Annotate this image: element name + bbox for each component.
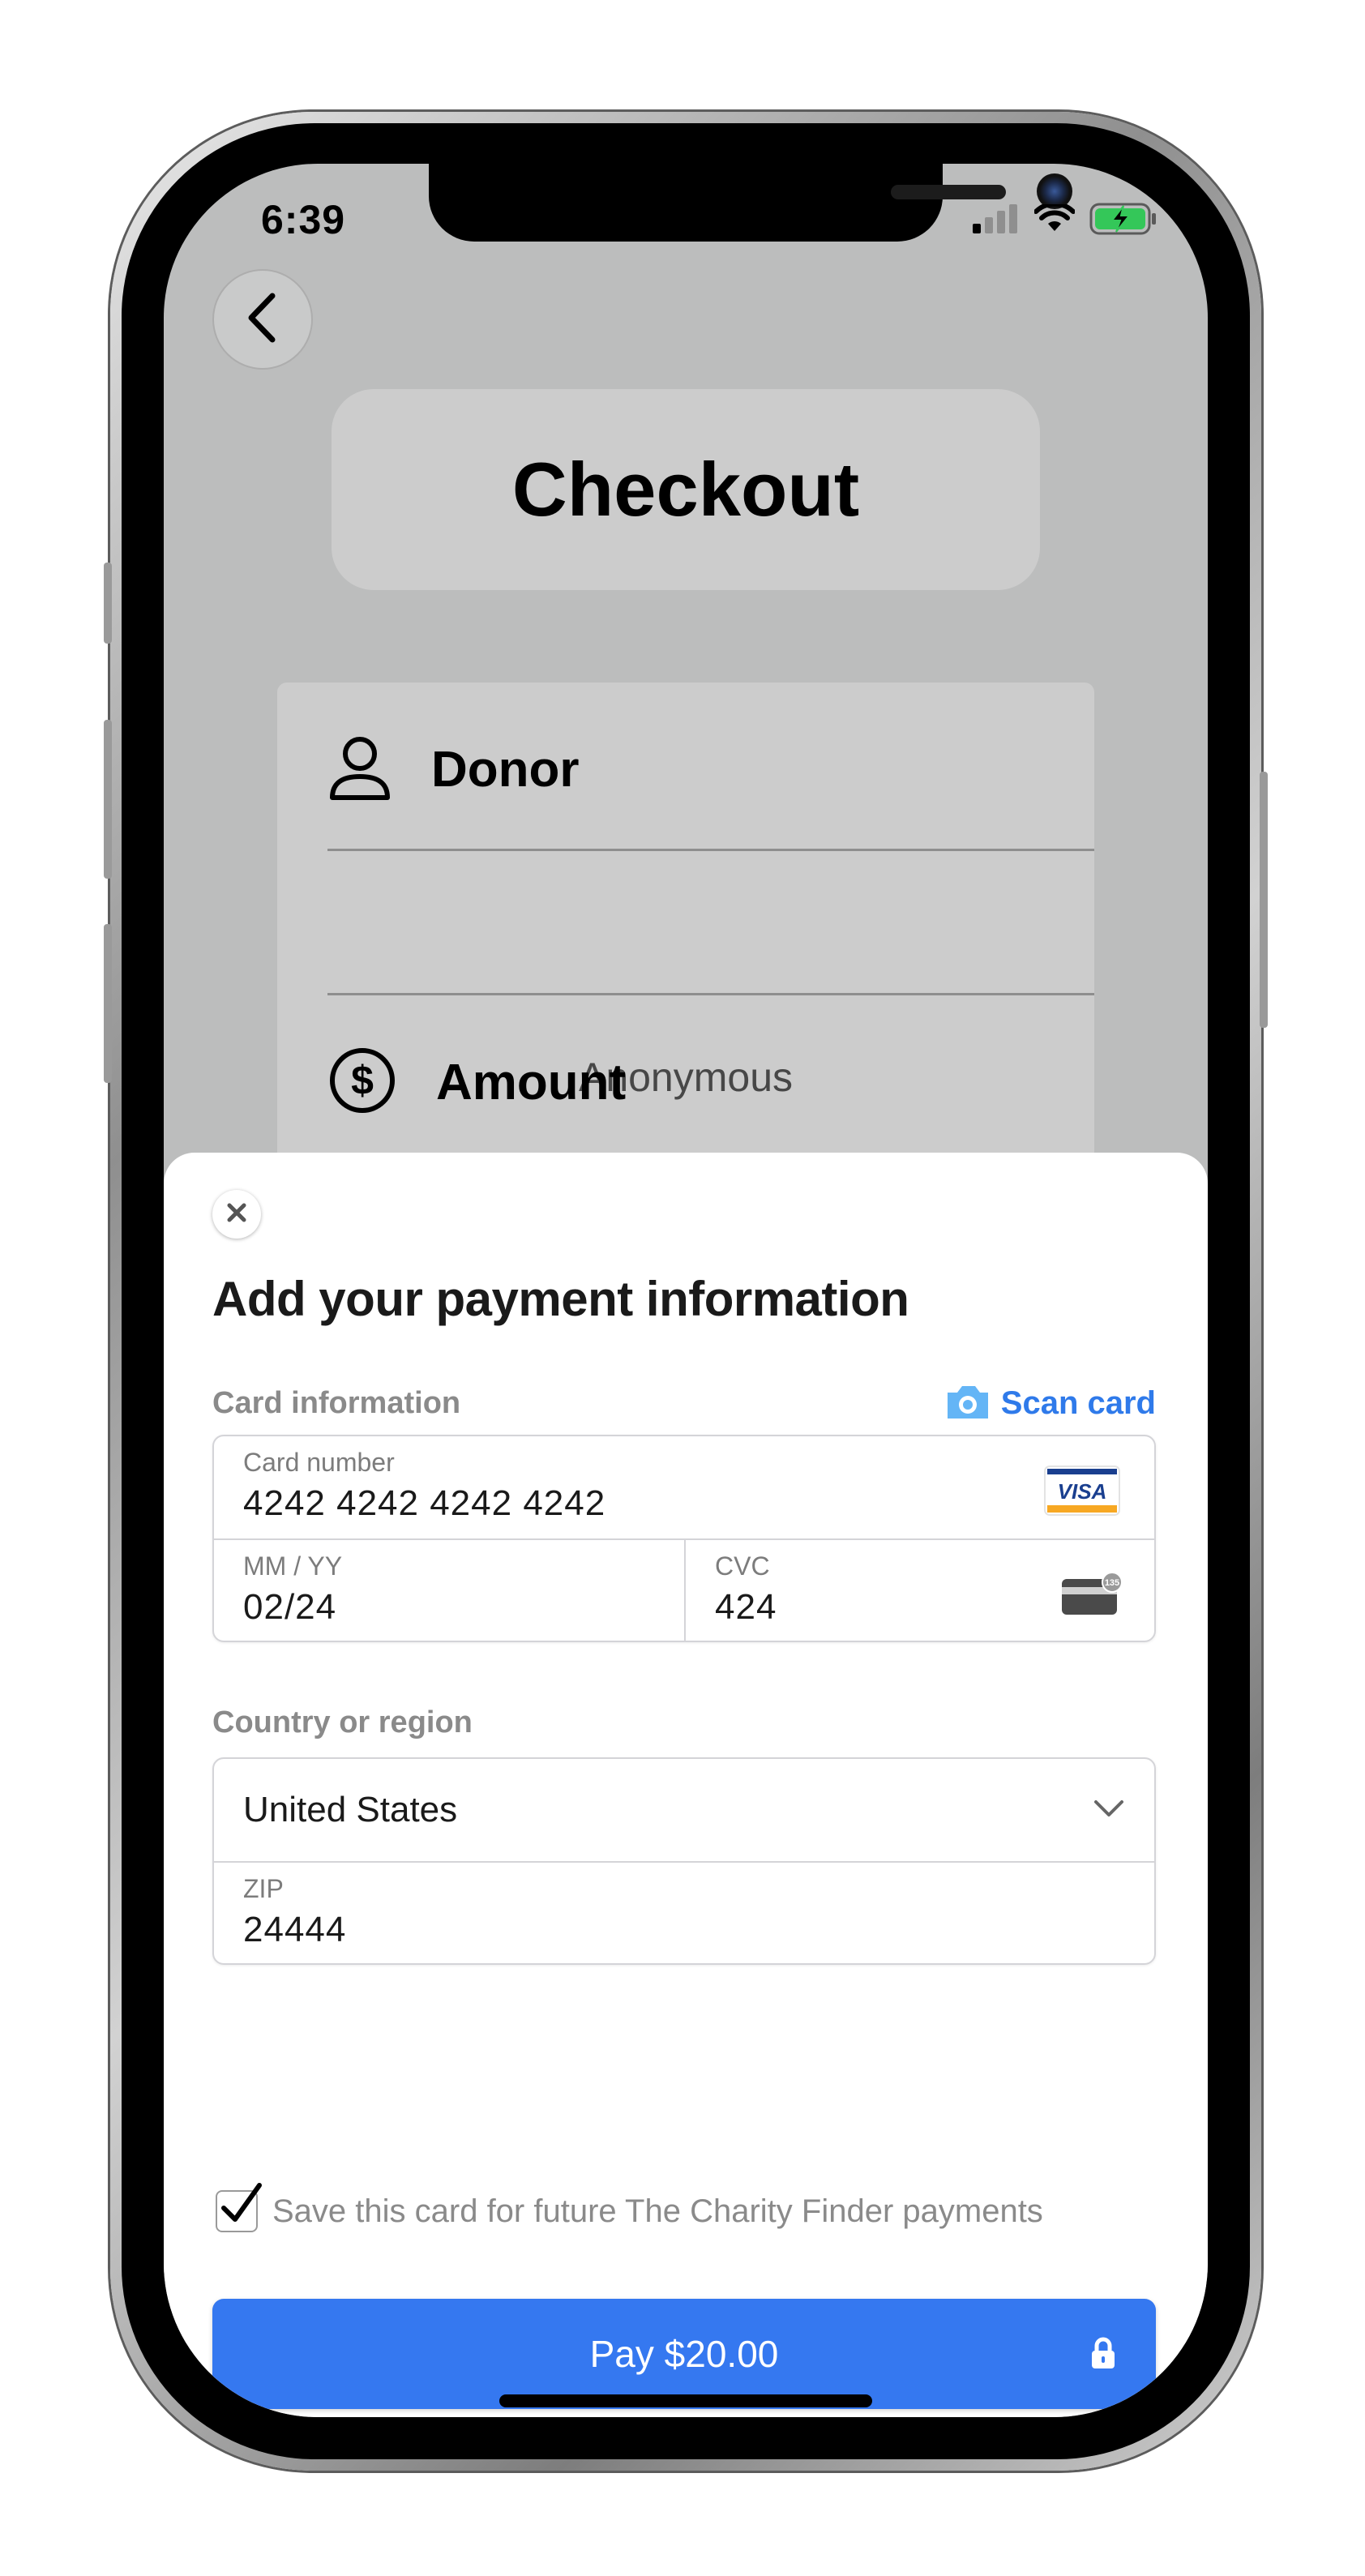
home-indicator[interactable] bbox=[499, 2394, 872, 2407]
scan-card-label: Scan card bbox=[1000, 1385, 1156, 1421]
person-icon bbox=[329, 734, 391, 805]
cvc-field[interactable]: CVC 424 135 bbox=[686, 1540, 1154, 1641]
battery-charging-icon bbox=[1089, 203, 1157, 239]
card-number-value: 4242 4242 4242 4242 bbox=[243, 1483, 606, 1523]
close-button[interactable] bbox=[212, 1190, 261, 1239]
save-card-checkbox[interactable] bbox=[216, 2183, 262, 2232]
address-fields: United States ZIP 24444 bbox=[212, 1757, 1156, 1965]
camera-icon bbox=[944, 1383, 991, 1424]
volume-down-button bbox=[104, 924, 112, 1083]
checkmark-icon bbox=[221, 2183, 262, 2222]
country-value: United States bbox=[243, 1790, 458, 1829]
donor-row[interactable]: Donor bbox=[329, 734, 580, 805]
divider bbox=[327, 993, 1094, 995]
payment-sheet: Add your payment information Card inform… bbox=[164, 1153, 1208, 2417]
cvc-hint-text: 135 bbox=[1105, 1578, 1119, 1588]
status-icons bbox=[971, 201, 1157, 239]
dollar-circle-icon: $ bbox=[329, 1047, 396, 1118]
amount-row[interactable]: $ Amount bbox=[329, 1047, 626, 1118]
status-time: 6:39 bbox=[261, 197, 346, 242]
divider bbox=[327, 849, 1094, 851]
cvc-label: CVC bbox=[715, 1551, 770, 1581]
sheet-title: Add your payment information bbox=[212, 1272, 909, 1326]
wifi-icon bbox=[1033, 201, 1076, 237]
earpiece-speaker bbox=[891, 185, 1006, 199]
pay-button[interactable]: Pay $20.00 bbox=[212, 2299, 1156, 2409]
volume-up-button bbox=[104, 720, 112, 879]
expiry-value: 02/24 bbox=[243, 1587, 337, 1627]
scan-card-button[interactable]: Scan card bbox=[944, 1383, 1156, 1424]
cellular-signal-icon bbox=[971, 204, 1020, 237]
visa-brand-text: VISA bbox=[1058, 1479, 1107, 1504]
zip-field[interactable]: ZIP 24444 bbox=[214, 1863, 1154, 1963]
svg-text:$: $ bbox=[351, 1058, 374, 1103]
expiry-label: MM / YY bbox=[243, 1551, 343, 1581]
country-select[interactable]: United States bbox=[214, 1759, 1154, 1861]
power-button bbox=[1260, 772, 1268, 1028]
mute-switch bbox=[104, 563, 112, 644]
card-info-fields: Card number 4242 4242 4242 4242 VISA MM … bbox=[212, 1435, 1156, 1642]
phone-screen: 6:39 Checkout Donor Anonymous $ Amount A… bbox=[164, 164, 1208, 2417]
zip-label: ZIP bbox=[243, 1874, 284, 1903]
card-number-label: Card number bbox=[243, 1448, 395, 1477]
save-card-label: Save this card for future The Charity Fi… bbox=[272, 2193, 1043, 2229]
chevron-down-icon bbox=[1093, 1798, 1125, 1823]
expiry-field[interactable]: MM / YY 02/24 bbox=[214, 1540, 684, 1641]
card-number-field[interactable]: Card number 4242 4242 4242 4242 VISA bbox=[214, 1436, 1154, 1538]
lock-icon bbox=[1089, 2336, 1117, 2374]
pay-button-label: Pay $20.00 bbox=[589, 2333, 779, 2375]
amount-label: Amount bbox=[436, 1055, 627, 1110]
page-title: Checkout bbox=[511, 447, 860, 532]
country-section-label: Country or region bbox=[212, 1705, 473, 1739]
card-back-icon: 135 bbox=[1060, 1572, 1123, 1620]
title-card: Checkout bbox=[332, 389, 1040, 590]
zip-value: 24444 bbox=[243, 1910, 347, 1949]
visa-logo-icon: VISA bbox=[1044, 1466, 1120, 1520]
cvc-value: 424 bbox=[715, 1587, 777, 1627]
notch bbox=[429, 164, 1072, 242]
chevron-left-icon bbox=[240, 289, 285, 350]
save-card-row[interactable]: Save this card for future The Charity Fi… bbox=[216, 2183, 1043, 2232]
back-button[interactable] bbox=[212, 269, 313, 370]
close-icon bbox=[226, 1202, 247, 1227]
donor-label: Donor bbox=[431, 742, 580, 798]
card-section-label: Card information bbox=[212, 1386, 461, 1420]
